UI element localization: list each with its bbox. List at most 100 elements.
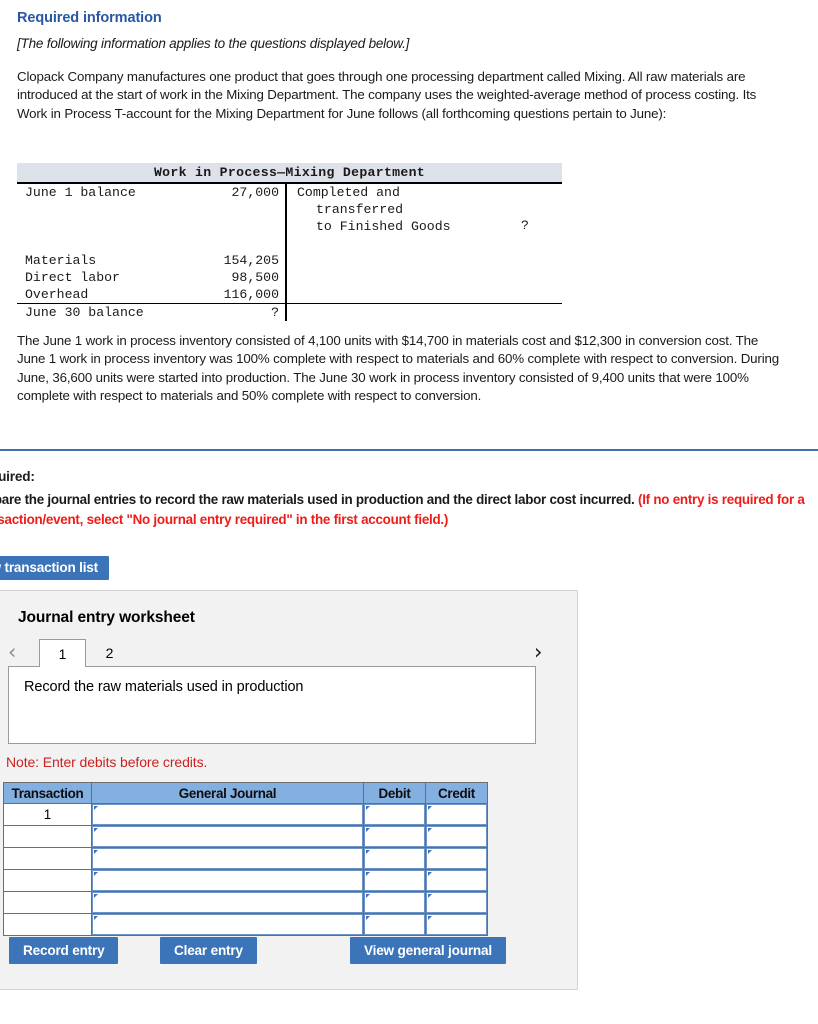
credit-cell[interactable] <box>425 825 488 848</box>
journal-table-header-row: Transaction General Journal Debit Credit <box>3 782 488 804</box>
worksheet-tab-2[interactable]: 2 <box>86 639 133 667</box>
debit-cell[interactable] <box>363 913 426 936</box>
t-account-row: Materials 154,205 <box>17 252 285 269</box>
t-account-title: Work in Process—Mixing Department <box>17 163 562 184</box>
t-account-row-amount: 98,500 <box>231 270 279 285</box>
inventory-details-paragraph: The June 1 work in process inventory con… <box>17 333 779 404</box>
credit-cell[interactable] <box>425 803 488 826</box>
account-select-input[interactable] <box>92 870 363 891</box>
account-select-input[interactable] <box>92 826 363 847</box>
credit-cell[interactable] <box>425 913 488 936</box>
debits-before-credits-note: Note: Enter debits before credits. <box>6 754 208 770</box>
debit-input[interactable] <box>364 914 425 935</box>
general-journal-cell[interactable] <box>91 913 364 936</box>
t-account-row-amount: ? <box>271 305 279 320</box>
t-account-row-label: June 30 balance <box>25 305 144 320</box>
debit-cell[interactable] <box>363 825 426 848</box>
question-prompt: Prepare the journal entries to record th… <box>0 490 818 530</box>
t-account-credit-amount: ? <box>521 218 529 233</box>
credit-input[interactable] <box>426 826 487 847</box>
t-account-footer-credit <box>287 303 562 321</box>
table-row <box>3 825 488 848</box>
required-label: Required: <box>0 469 35 484</box>
credit-input[interactable] <box>426 914 487 935</box>
credit-cell[interactable] <box>425 869 488 892</box>
debit-cell[interactable] <box>363 869 426 892</box>
general-journal-cell[interactable] <box>91 869 364 892</box>
general-journal-cell[interactable] <box>91 891 364 914</box>
table-row <box>3 847 488 870</box>
table-row <box>3 891 488 914</box>
t-account-row-amount: 27,000 <box>231 185 279 200</box>
clear-entry-button[interactable]: Clear entry <box>160 937 257 964</box>
t-account-credit-line: Completed and <box>297 185 400 200</box>
transaction-number-cell <box>3 913 92 936</box>
debit-input[interactable] <box>364 804 425 825</box>
t-account-row-amount: 154,205 <box>223 253 279 268</box>
previous-tab-chevron-icon[interactable]: ‹ <box>8 639 16 665</box>
credit-input[interactable] <box>426 804 487 825</box>
general-journal-cell[interactable] <box>91 847 364 870</box>
applies-to-questions-note: [The following information applies to th… <box>17 36 410 51</box>
t-account-body: June 1 balance 27,000 Materials 154,205 … <box>17 184 562 303</box>
t-account-row-label: Direct labor <box>25 270 120 285</box>
required-information-heading: Required information <box>17 10 162 26</box>
t-account-credit-side: Completed and transferred to Finished Go… <box>287 184 562 303</box>
next-tab-chevron-icon[interactable]: › <box>534 639 542 665</box>
header-debit: Debit <box>363 782 426 804</box>
t-account-row: June 1 balance 27,000 <box>17 184 285 201</box>
debit-cell[interactable] <box>363 891 426 914</box>
transaction-number-cell: 1 <box>3 803 92 826</box>
t-account-row-label: Materials <box>25 253 97 268</box>
header-transaction: Transaction <box>3 782 92 804</box>
credit-cell[interactable] <box>425 891 488 914</box>
credit-input[interactable] <box>426 848 487 869</box>
account-select-input[interactable] <box>92 804 363 825</box>
t-account-debit-side: June 1 balance 27,000 Materials 154,205 … <box>17 184 287 303</box>
t-account-gap <box>17 218 285 235</box>
debit-input[interactable] <box>364 826 425 847</box>
debit-cell[interactable] <box>363 803 426 826</box>
account-select-input[interactable] <box>92 892 363 913</box>
account-select-input[interactable] <box>92 914 363 935</box>
header-general-journal: General Journal <box>91 782 364 804</box>
t-account-credit-line: transferred <box>316 202 404 217</box>
journal-entry-table: Transaction General Journal Debit Credit… <box>3 782 488 936</box>
record-entry-button[interactable]: Record entry <box>9 937 119 964</box>
entry-description-text: Record the raw materials used in product… <box>24 679 304 695</box>
t-account-row: Direct labor 98,500 <box>17 269 285 286</box>
account-select-input[interactable] <box>92 848 363 869</box>
view-transaction-list-button[interactable]: View transaction list <box>0 556 109 580</box>
credit-input[interactable] <box>426 870 487 891</box>
entry-description-box: Record the raw materials used in product… <box>8 666 536 744</box>
header-credit: Credit <box>425 782 488 804</box>
worksheet-tabs: ‹ 1 2 › <box>0 639 579 667</box>
t-account-row-label: June 1 balance <box>25 185 136 200</box>
table-row: 1 <box>3 803 488 826</box>
general-journal-cell[interactable] <box>91 803 364 826</box>
debit-input[interactable] <box>364 892 425 913</box>
transaction-number-cell <box>3 869 92 892</box>
worksheet-title: Journal entry worksheet <box>18 609 195 626</box>
debit-input[interactable] <box>364 848 425 869</box>
credit-cell[interactable] <box>425 847 488 870</box>
transaction-number-cell <box>3 891 92 914</box>
debit-cell[interactable] <box>363 847 426 870</box>
question-page: Required information [The following info… <box>0 0 818 1024</box>
work-in-process-t-account: Work in Process—Mixing Department June 1… <box>17 163 562 321</box>
t-account-footer: June 30 balance ? <box>17 303 562 321</box>
view-general-journal-button[interactable]: View general journal <box>350 937 506 964</box>
t-account-row: June 30 balance ? <box>17 304 285 321</box>
debit-input[interactable] <box>364 870 425 891</box>
prompt-plain-text: Prepare the journal entries to record th… <box>0 492 638 507</box>
general-journal-cell[interactable] <box>91 825 364 848</box>
worksheet-tab-1[interactable]: 1 <box>39 639 86 667</box>
transaction-number-cell <box>3 825 92 848</box>
t-account-row-label: Overhead <box>25 287 89 302</box>
t-account-gap <box>17 201 285 218</box>
credit-input[interactable] <box>426 892 487 913</box>
t-account-footer-debit: June 30 balance ? <box>17 303 287 321</box>
transaction-number-cell <box>3 847 92 870</box>
intro-paragraph: Clopack Company manufactures one product… <box>17 69 757 121</box>
journal-entry-worksheet-panel: Journal entry worksheet ‹ 1 2 › Record t… <box>0 590 578 990</box>
